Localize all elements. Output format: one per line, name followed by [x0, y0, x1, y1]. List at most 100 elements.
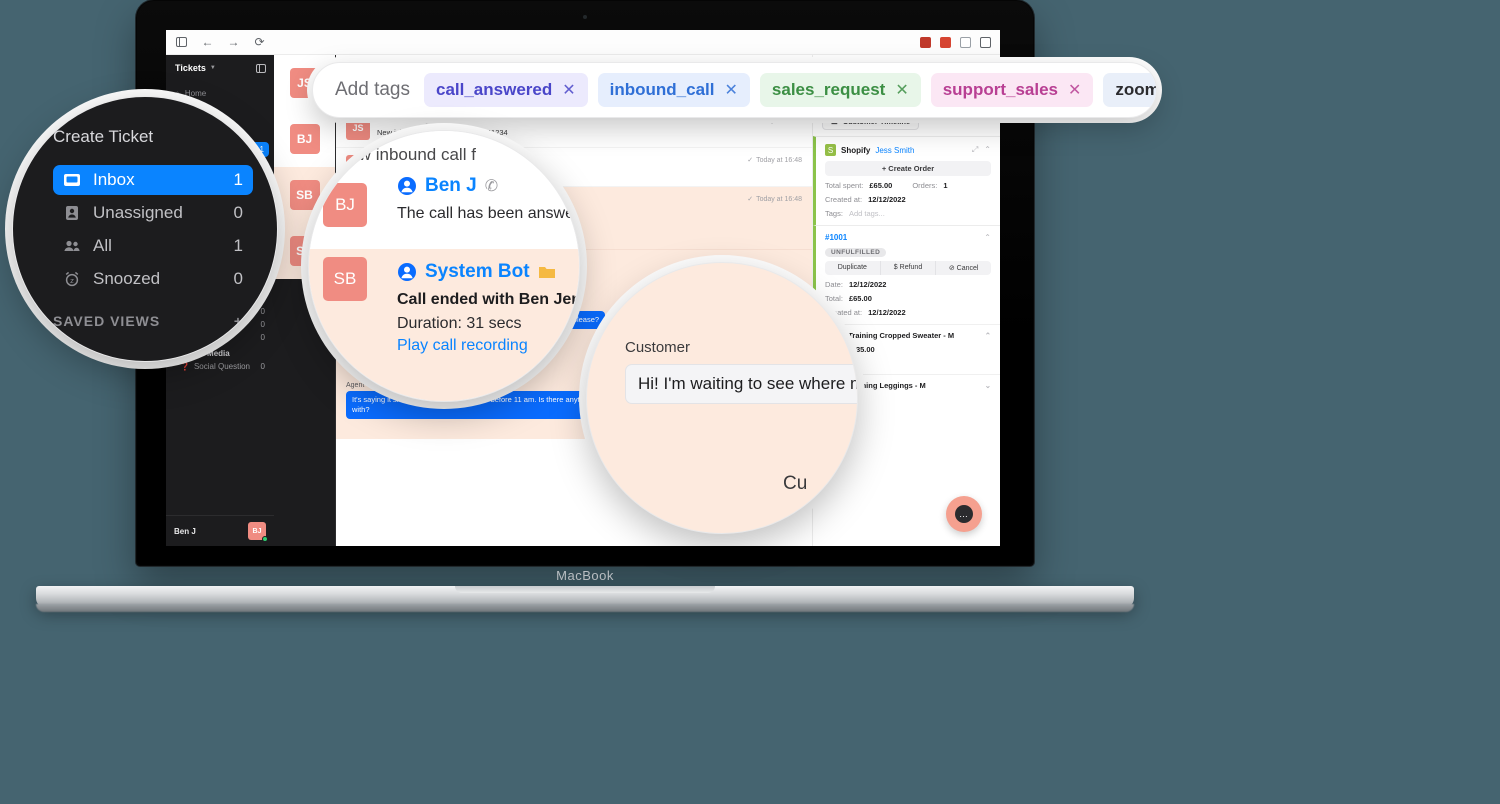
- ellipsis-icon: …: [955, 505, 973, 523]
- remove-tag-icon[interactable]: ✕: [1068, 80, 1081, 100]
- expand-icon[interactable]: ⤢: [972, 145, 978, 155]
- magnified-create-ticket[interactable]: Create Ticket: [53, 127, 253, 147]
- sidebar-user[interactable]: Ben J BJ: [166, 515, 274, 546]
- magnified-agent-text: The call has been answere: [397, 205, 580, 222]
- magnified-sidebar-item-count: 0: [233, 203, 243, 222]
- forward-arrow-icon[interactable]: →: [227, 35, 240, 49]
- tag-inbound-call[interactable]: inbound_call ✕: [597, 73, 750, 107]
- tag-zoom[interactable]: zoom ✕: [1103, 73, 1157, 107]
- sidebar-item-label: Social Question: [193, 362, 250, 371]
- remove-tag-icon[interactable]: ✕: [895, 80, 908, 100]
- add-tags-label[interactable]: Add tags: [335, 79, 410, 101]
- read-check-icon: ✓: [747, 196, 754, 203]
- svg-text:z: z: [70, 277, 74, 285]
- magnified-sidebar-item-all[interactable]: All 1: [53, 231, 253, 261]
- order-date-value: 12/12/2022: [848, 280, 887, 289]
- tag-support-sales[interactable]: support_sales ✕: [930, 73, 1094, 107]
- list-item[interactable]: BJ: [274, 111, 335, 167]
- magnified-customer-label: Customer: [625, 339, 691, 356]
- shopify-customer-name[interactable]: Jess Smith: [875, 146, 914, 155]
- remove-tag-icon[interactable]: ✕: [725, 80, 738, 100]
- cancel-button[interactable]: ⊘ Cancel: [936, 261, 991, 275]
- read-check-icon: ✓: [747, 157, 754, 164]
- created-at-row: Created at: 12/12/2022: [825, 195, 991, 204]
- panel-toggle-icon[interactable]: [256, 63, 266, 73]
- magnified-call-duration: Duration: 31 secs: [397, 315, 522, 332]
- person-icon: [398, 263, 416, 281]
- chevron-down-icon[interactable]: ⌄: [985, 381, 991, 390]
- sidebar-header: Tickets ▼: [166, 55, 274, 82]
- home-icon: ⌂: [175, 89, 180, 98]
- create-order-button[interactable]: + Create Order: [825, 161, 991, 176]
- avatar: SB: [289, 180, 320, 210]
- tag-label: support_sales: [942, 80, 1058, 99]
- shopify-tags-row: Tags: Add tags...: [825, 209, 991, 218]
- order-action-buttons: Duplicate $ Refund ⊘ Cancel: [825, 261, 991, 275]
- order-created-row: Created at: 12/12/2022: [825, 308, 991, 317]
- magnified-sidebar-item-inbox[interactable]: Inbox 1: [53, 165, 253, 195]
- sidebar-item-home[interactable]: ⌂ Home: [166, 86, 274, 101]
- tag-label: zoom: [1115, 80, 1157, 99]
- extension-red-2-icon[interactable]: [940, 36, 951, 48]
- app-root: Tickets ▼ ⌂ Home ⌕ Search ＋: [166, 55, 1000, 546]
- avatar: SB: [323, 257, 367, 301]
- order-total-row: Total: £65.00: [825, 294, 991, 303]
- sidebar-title-label: Tickets: [175, 63, 206, 73]
- online-status-dot: [262, 536, 268, 542]
- magnified-sidebar-item-count: 1: [233, 236, 243, 255]
- total-spent-label: Total spent:: [825, 181, 864, 190]
- magnified-sidebar-item-snoozed[interactable]: z Snoozed 0: [53, 264, 253, 294]
- shopify-tags-input[interactable]: Add tags...: [849, 209, 885, 218]
- sidebar-title[interactable]: Tickets ▼: [175, 63, 216, 73]
- reload-icon[interactable]: ⟳: [253, 35, 266, 49]
- back-arrow-icon[interactable]: ←: [201, 35, 214, 49]
- order-date-row: Date: 12/12/2022: [825, 280, 991, 289]
- message-timestamp: ✓ Today at 16:48: [747, 156, 802, 165]
- extension-red-icon[interactable]: [920, 36, 931, 48]
- sidebar-item-social-question[interactable]: ❓ Social Question 0: [166, 360, 274, 373]
- chevron-up-icon[interactable]: ⌃: [984, 145, 991, 155]
- sidebar-user-name: Ben J: [174, 526, 196, 536]
- magnified-sidebar-item-label: Snoozed: [93, 269, 161, 288]
- created-at-label: Created at:: [825, 195, 863, 204]
- magnified-sidebar-item-unassigned[interactable]: Unassigned 0: [53, 198, 253, 228]
- avatar: BJ: [323, 183, 367, 227]
- shopify-card: S Shopify Jess Smith ⤢ ⌃ + Create Order …: [813, 136, 1000, 225]
- sidebar-item-count: 0: [260, 294, 265, 303]
- order-status-row: UNFULFILLED: [825, 247, 991, 257]
- magnifier-message: New inbound call f Ben J ✆ The call has …: [308, 130, 580, 402]
- message-timestamp: ✓ Today at 16:48: [747, 195, 802, 204]
- transcript-speaker: Agent: [346, 381, 365, 389]
- sidebar-item-count: 0: [260, 362, 265, 371]
- order-total-value: £65.00: [848, 294, 872, 303]
- chevron-down-icon: ▼: [209, 65, 216, 71]
- chevron-up-icon[interactable]: ⌃: [984, 233, 991, 242]
- sidebar-toggle-icon[interactable]: [175, 36, 188, 49]
- tag-sales-request[interactable]: sales_request ✕: [759, 73, 921, 107]
- magnified-sidebar-item-count: 0: [233, 269, 243, 288]
- created-at-value: 12/12/2022: [868, 195, 906, 204]
- order-card: #1001 ⌃ UNFULFILLED Duplicate $ Refund ⊘…: [813, 225, 1000, 324]
- person-icon: [398, 177, 416, 195]
- order-line-item-title: 🛍 1 × Training Cropped Sweater - M ⌃: [822, 331, 991, 340]
- chevron-up-icon[interactable]: ⌃: [985, 331, 991, 340]
- magnified-sidebar-item-count: 1: [233, 170, 243, 189]
- chat-widget-button[interactable]: …: [946, 496, 982, 532]
- sidebar-item-count: 0: [260, 320, 265, 329]
- order-total-label: Total:: [825, 294, 843, 303]
- badge-person-icon: [66, 206, 78, 220]
- remove-tag-icon[interactable]: ✕: [562, 80, 575, 100]
- magnified-saved-views-header: SAVED VIEWS +: [53, 297, 253, 329]
- sidebar-item-count: 0: [260, 333, 265, 342]
- avatar: BJ: [248, 522, 268, 542]
- order-number[interactable]: #1001: [825, 233, 847, 242]
- extension-panel-icon[interactable]: [980, 36, 991, 48]
- order-card-header: #1001 ⌃: [825, 233, 991, 242]
- shopify-tags-label: Tags:: [825, 209, 843, 218]
- duplicate-button[interactable]: Duplicate: [825, 261, 881, 275]
- refund-button[interactable]: $ Refund: [881, 261, 937, 275]
- note-icon: [538, 267, 555, 278]
- magnified-saved-views-label: SAVED VIEWS: [53, 313, 161, 329]
- tag-call-answered[interactable]: call_answered ✕: [424, 73, 588, 107]
- extension-grey-icon[interactable]: [960, 36, 971, 48]
